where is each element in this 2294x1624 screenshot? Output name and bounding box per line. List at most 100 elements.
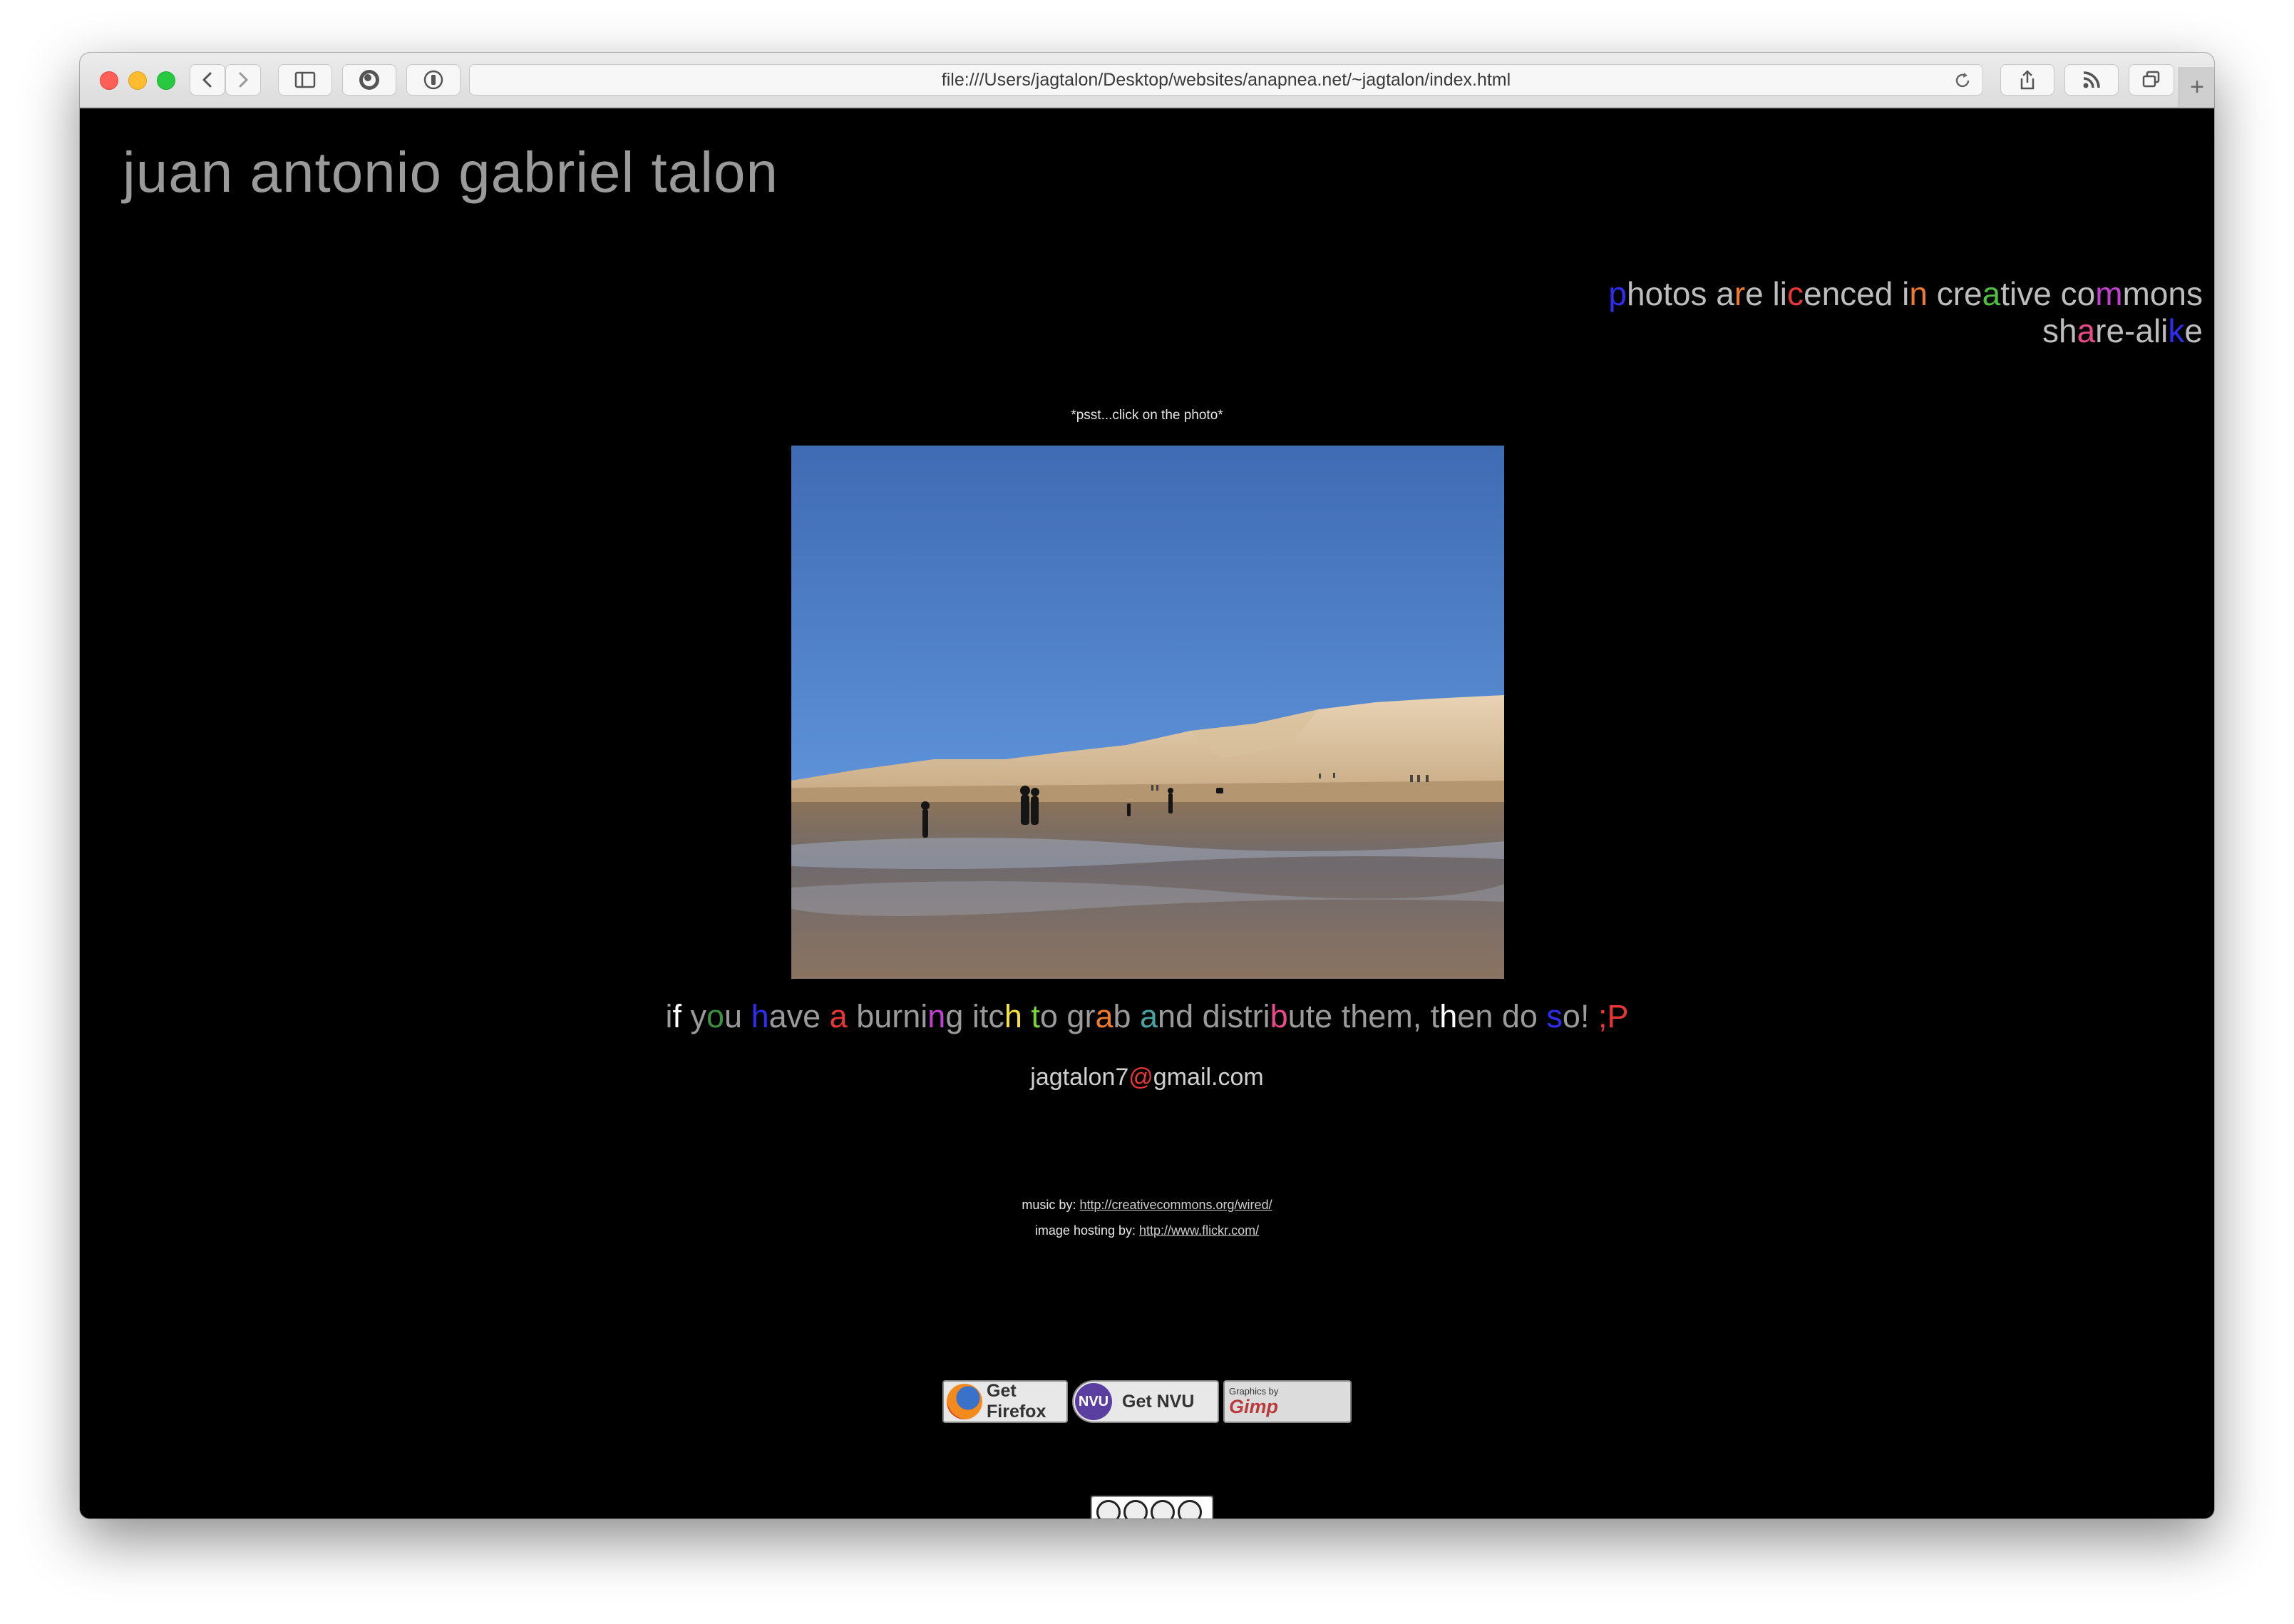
licence-text-segment: tive co bbox=[2000, 275, 2096, 312]
contact-email[interactable]: jagtalon7@gmail.com bbox=[80, 1064, 2214, 1091]
licence-text-segment: a bbox=[1716, 275, 1734, 312]
message-text-segment: b bbox=[1270, 998, 1288, 1034]
gimp-badge[interactable]: Graphics by Gimp bbox=[1223, 1380, 1352, 1423]
message-text-segment: n bbox=[927, 998, 946, 1034]
message-text-segment: nd distri bbox=[1158, 998, 1270, 1034]
noncommercial-icon bbox=[1151, 1500, 1175, 1518]
tab-overview-button[interactable] bbox=[2129, 64, 2174, 96]
licence-text-segment: e bbox=[2184, 312, 2203, 349]
message-text-segment: b bbox=[1113, 998, 1141, 1034]
licence-text-segment: m bbox=[2095, 275, 2123, 312]
message-text-segment: t bbox=[1031, 998, 1040, 1034]
address-bar[interactable]: file:///Users/jagtalon/Desktop/websites/… bbox=[469, 64, 1983, 96]
chevron-right-icon bbox=[239, 72, 248, 88]
chevron-left-icon bbox=[202, 72, 212, 88]
get-firefox-badge[interactable]: Get Firefox bbox=[942, 1380, 1068, 1423]
licence-text-segment: i bbox=[1902, 275, 1910, 312]
zoom-window-button[interactable] bbox=[157, 71, 175, 90]
licence-text-segment: p bbox=[1608, 275, 1627, 312]
licence-text-segment: enced bbox=[1804, 275, 1903, 312]
nvu-icon: NVU bbox=[1075, 1383, 1112, 1420]
message-text-segment: a bbox=[1140, 998, 1158, 1034]
music-label: music by: bbox=[1022, 1198, 1076, 1212]
email-user: jagtalon7 bbox=[1030, 1064, 1129, 1091]
email-at-sign: @ bbox=[1128, 1064, 1153, 1091]
message-text-segment: burni bbox=[847, 998, 928, 1034]
photo-hint: *psst...click on the photo* bbox=[1071, 408, 1223, 423]
nvu-badge-label: Get NVU bbox=[1122, 1391, 1195, 1412]
duckduckgo-extension-button[interactable] bbox=[342, 64, 396, 96]
tabs-icon bbox=[2142, 71, 2160, 88]
message-text-segment: o bbox=[1519, 998, 1547, 1034]
music-credit: music by: http://creativecommons.org/wir… bbox=[80, 1192, 2214, 1218]
sidebar-icon bbox=[294, 71, 316, 88]
get-nvu-badge[interactable]: NVU Get NVU bbox=[1072, 1380, 1219, 1423]
message-text-segment: ute them, t bbox=[1287, 998, 1440, 1034]
rss-icon bbox=[2083, 71, 2100, 88]
new-tab-button[interactable]: + bbox=[2179, 67, 2214, 107]
licence-text-segment: hotos bbox=[1626, 275, 1717, 312]
creative-commons-badge[interactable] bbox=[1091, 1496, 1213, 1518]
licence-text-segment: e bbox=[1745, 275, 1773, 312]
message-text-segment: g itc bbox=[945, 998, 1004, 1034]
licence-text-segment: r bbox=[1734, 275, 1746, 312]
message-text-segment bbox=[1022, 998, 1032, 1034]
share-button[interactable] bbox=[2000, 64, 2054, 96]
distribution-message: if you have a burning itch to grab and d… bbox=[80, 998, 2214, 1035]
minimize-window-button[interactable] bbox=[128, 71, 147, 90]
attribution-icon bbox=[1123, 1500, 1148, 1518]
web-page: juan antonio gabriel talon photos are li… bbox=[80, 108, 2214, 1518]
message-text-segment: y bbox=[690, 998, 707, 1034]
cc-icon bbox=[1096, 1500, 1121, 1518]
credits: music by: http://creativecommons.org/wir… bbox=[80, 1192, 2214, 1243]
message-text-segment: en d bbox=[1457, 998, 1520, 1034]
hosting-credit: image hosting by: http://www.flickr.com/ bbox=[80, 1218, 2214, 1243]
licence-text-segment: a bbox=[1982, 275, 2001, 312]
message-text-segment: h bbox=[1004, 998, 1022, 1034]
back-button[interactable] bbox=[190, 64, 225, 96]
plus-icon: + bbox=[2190, 73, 2204, 101]
close-window-button[interactable] bbox=[100, 71, 118, 90]
message-text-segment: s bbox=[1546, 998, 1563, 1034]
firefox-icon bbox=[947, 1384, 982, 1419]
licence-text-segment: li bbox=[1772, 275, 1787, 312]
url-text: file:///Users/jagtalon/Desktop/websites/… bbox=[941, 69, 1511, 90]
share-alike-icon bbox=[1178, 1500, 1202, 1518]
featured-photo-link[interactable] bbox=[791, 446, 1504, 979]
licence-text-segment: c bbox=[1787, 275, 1804, 312]
message-text-segment: f bbox=[672, 998, 691, 1034]
licence-text-segment: a bbox=[2077, 312, 2096, 349]
message-text-segment: ave bbox=[768, 998, 830, 1034]
hosting-link[interactable]: http://www.flickr.com/ bbox=[1139, 1223, 1259, 1238]
rss-button[interactable] bbox=[2064, 64, 2119, 96]
gimp-badge-caption: Graphics by bbox=[1229, 1386, 1279, 1397]
message-text-segment: h bbox=[751, 998, 769, 1034]
message-text-segment: h bbox=[1439, 998, 1458, 1034]
forward-button[interactable] bbox=[225, 64, 261, 96]
share-icon bbox=[2020, 70, 2035, 90]
licence-text-segment: k bbox=[2168, 312, 2185, 349]
firefox-badge-label: Get Firefox bbox=[987, 1381, 1046, 1422]
message-text-segment: o bbox=[706, 998, 725, 1034]
message-text-segment: a bbox=[1095, 998, 1113, 1034]
licence-text-segment: n bbox=[1909, 275, 1928, 312]
reload-icon[interactable] bbox=[1953, 71, 1972, 91]
one-password-icon bbox=[423, 70, 443, 90]
message-text-segment: ;P bbox=[1598, 998, 1629, 1034]
browser-toolbar: file:///Users/jagtalon/Desktop/websites/… bbox=[80, 53, 2214, 108]
message-text-segment: u bbox=[724, 998, 751, 1034]
badge-row: Get Firefox NVU Get NVU Graphics by Gimp bbox=[80, 1380, 2214, 1423]
gimp-badge-label: Gimp bbox=[1229, 1396, 1279, 1417]
sidebar-button[interactable] bbox=[278, 64, 332, 96]
licence-notice: photos are licenced in creative commons s… bbox=[1419, 275, 2203, 349]
message-text-segment: o gr bbox=[1039, 998, 1096, 1034]
licence-text-segment: mons bbox=[2122, 275, 2203, 312]
sand-dunes-photo bbox=[791, 446, 1504, 979]
message-text-segment: i bbox=[665, 998, 673, 1034]
password-manager-button[interactable] bbox=[406, 64, 461, 96]
message-text-segment: o! bbox=[1562, 998, 1598, 1034]
message-text-segment: a bbox=[829, 998, 848, 1034]
hosting-label: image hosting by: bbox=[1034, 1223, 1136, 1238]
music-link[interactable]: http://creativecommons.org/wired/ bbox=[1079, 1198, 1272, 1212]
licence-text-segment: re-ali bbox=[2095, 312, 2169, 349]
